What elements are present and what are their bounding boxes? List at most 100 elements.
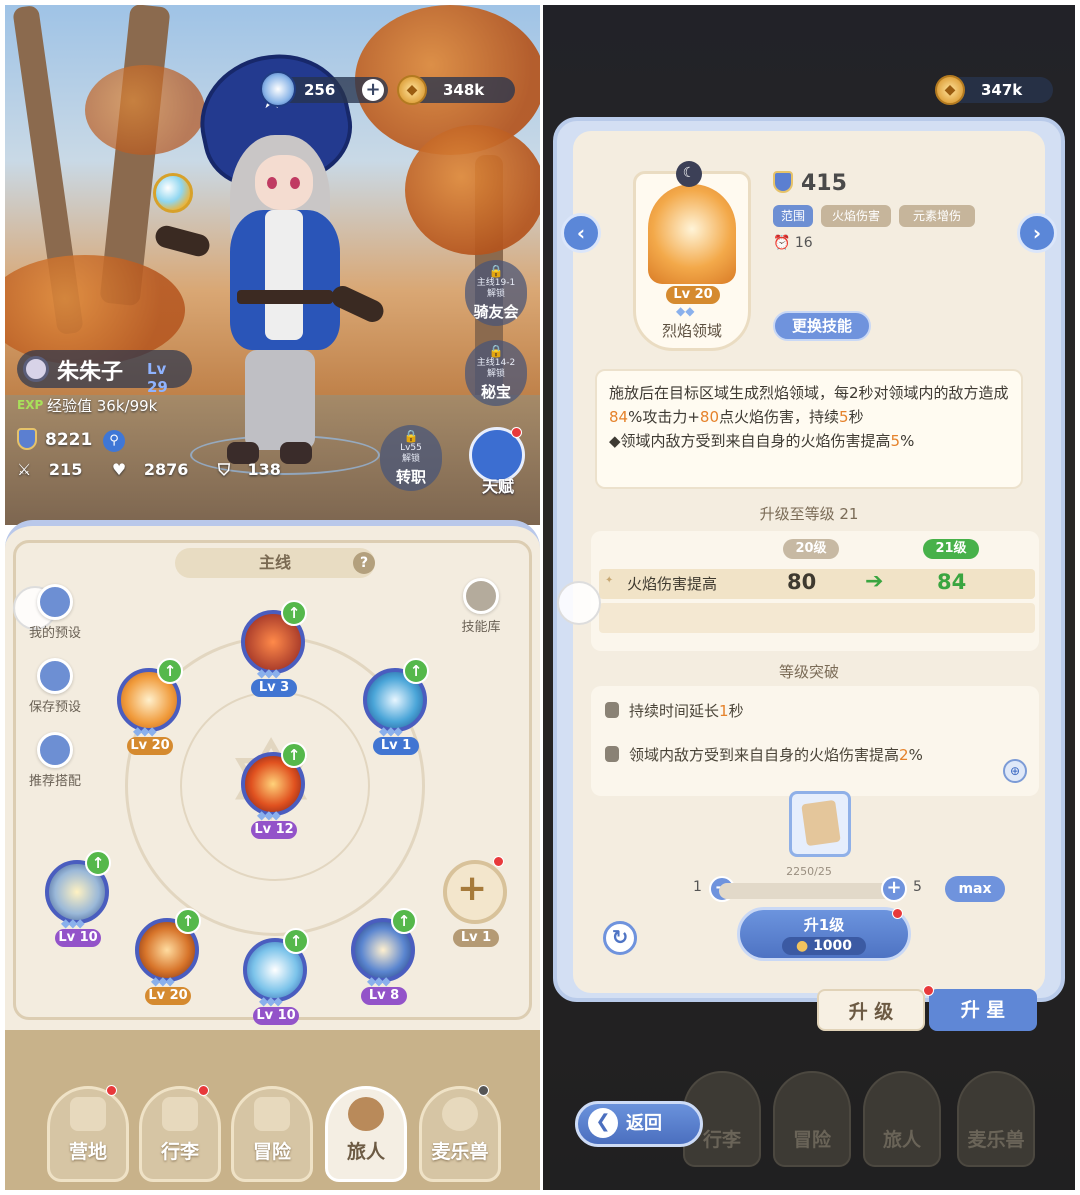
previous-skill-button[interactable]: ‹ <box>561 213 601 253</box>
nav-adventure[interactable]: 冒险 <box>773 1071 851 1167</box>
nav-traveler[interactable]: 旅人 <box>325 1086 407 1182</box>
desc-line-bonus: ◆领域内敌方受到来自自身的火焰伤害提高5% <box>609 429 1009 453</box>
skill-level: Lv 8 <box>361 987 407 1005</box>
back-button[interactable]: ❮ 返回 <box>575 1101 703 1147</box>
upgrade-title: 升级至等级 21 <box>759 505 859 523</box>
breakthrough-item: 领域内敌方受到来自自身的火焰伤害提高2% <box>605 744 923 765</box>
nav-label: 行李 <box>160 1141 199 1163</box>
desc-highlight: 84 <box>609 408 629 426</box>
skill-power: 415 <box>773 171 847 201</box>
chat-bubble-icon[interactable] <box>557 581 601 625</box>
breakthrough-title: 等级突破 <box>778 663 839 681</box>
coin-counter: ◆ 347k <box>935 75 1053 105</box>
star-diamonds: ◆◆◆ <box>367 974 391 988</box>
unlock-requirement: 主线19-1 <box>476 278 516 288</box>
skill-level: Lv 10 <box>55 929 101 947</box>
talent-button[interactable]: 天赋 <box>467 427 529 497</box>
nav-traveler[interactable]: 旅人 <box>863 1071 941 1167</box>
notification-dot <box>923 985 934 996</box>
upgrade-material-item[interactable] <box>789 791 851 857</box>
tab-star-up[interactable]: 升 星 <box>929 989 1037 1031</box>
stat-from-value: 80 <box>787 570 817 594</box>
gem-icon <box>260 71 296 107</box>
power-value: 8221 <box>45 430 93 450</box>
character-name-plate[interactable]: 朱朱子 Lv 29 <box>17 350 192 396</box>
magic-orb <box>153 173 193 213</box>
desc-highlight: 80 <box>699 408 720 426</box>
breakthrough-list: 持续时间延长1秒 领域内敌方受到来自自身的火焰伤害提高2% <box>591 686 1039 796</box>
upgrade-arrow-icon: ↑ <box>391 908 417 934</box>
character-screen: ★ 256 + ◆ 348k 朱朱子 Lv 29 EXP 经验值 36k/99k… <box>5 5 540 1190</box>
class-change-button[interactable]: 🔒 Lv55 解锁 转职 <box>380 425 442 491</box>
autumn-foliage <box>85 65 205 155</box>
nav-adventure[interactable]: 冒险 <box>231 1086 313 1182</box>
stats-row: ⚔ 215 ♥ 2876 ⛉ 138 <box>17 460 305 480</box>
increase-button[interactable]: + <box>881 876 907 902</box>
side-button-title: 骑友会 <box>473 303 519 321</box>
search-icon[interactable]: ⚲ <box>103 430 125 452</box>
character-eye <box>290 177 300 189</box>
back-arrow-icon: ❮ <box>588 1108 618 1138</box>
clock-icon: ⏰ <box>773 235 795 251</box>
shield-icon <box>773 171 793 193</box>
tab-main[interactable]: 主线 <box>175 548 375 578</box>
tab-upgrade[interactable]: 升 级 <box>817 989 925 1031</box>
max-button[interactable]: max <box>945 876 1005 902</box>
skill-level: Lv 3 <box>251 679 297 697</box>
lock-icon: 🔒 <box>488 264 504 278</box>
nav-pet[interactable]: 麦乐兽 <box>419 1085 501 1182</box>
nav-luggage[interactable]: 行李 <box>139 1085 221 1182</box>
lock-icon <box>605 702 619 718</box>
desc-text: ◆领域内敌方受到来自自身的火焰伤害提高 <box>609 432 891 450</box>
riders-club-button[interactable]: 🔒 主线19-1 解锁 骑友会 <box>465 260 527 326</box>
skill-power-value: 415 <box>801 171 847 196</box>
nav-label: 冒险 <box>252 1141 291 1163</box>
moon-icon: ☾ <box>676 161 702 187</box>
help-icon[interactable]: ? <box>353 552 375 574</box>
nav-pet[interactable]: 麦乐兽 <box>957 1071 1035 1167</box>
shield-icon <box>17 428 37 450</box>
coin-icon: ● <box>795 938 814 954</box>
upgrade-arrow-icon: ↑ <box>403 658 429 684</box>
save-icon <box>37 658 73 694</box>
upgrade-one-level-button[interactable]: 升1级 ● 1000 <box>737 907 911 961</box>
qty-max: 5 <box>913 879 922 895</box>
notification-dot <box>511 427 522 438</box>
quantity-slider[interactable] <box>719 883 899 899</box>
chest-icon <box>162 1097 198 1131</box>
nav-camp[interactable]: 营地 <box>47 1085 129 1182</box>
nav-label: 冒险 <box>792 1129 831 1151</box>
add-gems-button[interactable]: + <box>362 79 384 101</box>
tag-area: 范围 <box>773 205 813 227</box>
next-skill-button[interactable]: › <box>1017 213 1057 253</box>
my-preset-button[interactable]: 我的预设 <box>15 584 95 641</box>
skill-detail-screen: ◆ 347k Lv 20 ◆◆ 烈焰领域 ☾ 415 范围 火焰伤害 元素增伤 … <box>543 5 1075 1190</box>
character-legs <box>245 350 315 450</box>
action-label: 我的预设 <box>28 626 81 641</box>
zoom-icon[interactable]: ⊕ <box>1003 759 1027 783</box>
character-name: 朱朱子 <box>57 360 124 385</box>
card-inner: Lv 20 ◆◆ 烈焰领域 ☾ 415 范围 火焰伤害 元素增伤 ⏰ 16 更换… <box>573 131 1045 993</box>
desc-text: % <box>900 432 915 450</box>
bt-text: 持续时间延长 <box>629 702 720 720</box>
skill-library-button[interactable]: 技能库 <box>441 578 521 635</box>
swords-icon: ⚔ <box>17 460 37 479</box>
bt-highlight: 2 <box>899 746 909 764</box>
refresh-icon[interactable]: ↻ <box>603 921 637 955</box>
desc-highlight: 5 <box>890 432 901 450</box>
change-skill-button[interactable]: 更换技能 <box>773 311 871 341</box>
save-preset-button[interactable]: 保存预设 <box>15 658 95 715</box>
hp-stat: ♥ 2876 <box>112 460 200 479</box>
nav-label: 麦乐兽 <box>431 1141 489 1163</box>
skill-level: Lv 20 <box>145 987 191 1005</box>
upgrade-table: 20级 21级 ✦ 火焰伤害提高 80 ➔ 84 <box>591 531 1039 651</box>
treasure-button[interactable]: 🔒 主线14-2 解锁 秘宝 <box>465 340 527 406</box>
stat-to-value: 84 <box>937 570 967 594</box>
breakthrough-item: 持续时间延长1秒 <box>605 700 744 721</box>
bt-text: % <box>908 746 923 764</box>
desc-text: 施放后在目标区域生成烈焰领域，每2秒对领域内的敌方造成 <box>609 384 1009 402</box>
action-label: 推荐搭配 <box>28 774 81 789</box>
character-eye <box>267 177 277 189</box>
lock-icon <box>605 746 619 762</box>
recommended-build-button[interactable]: 推荐搭配 <box>15 732 95 789</box>
